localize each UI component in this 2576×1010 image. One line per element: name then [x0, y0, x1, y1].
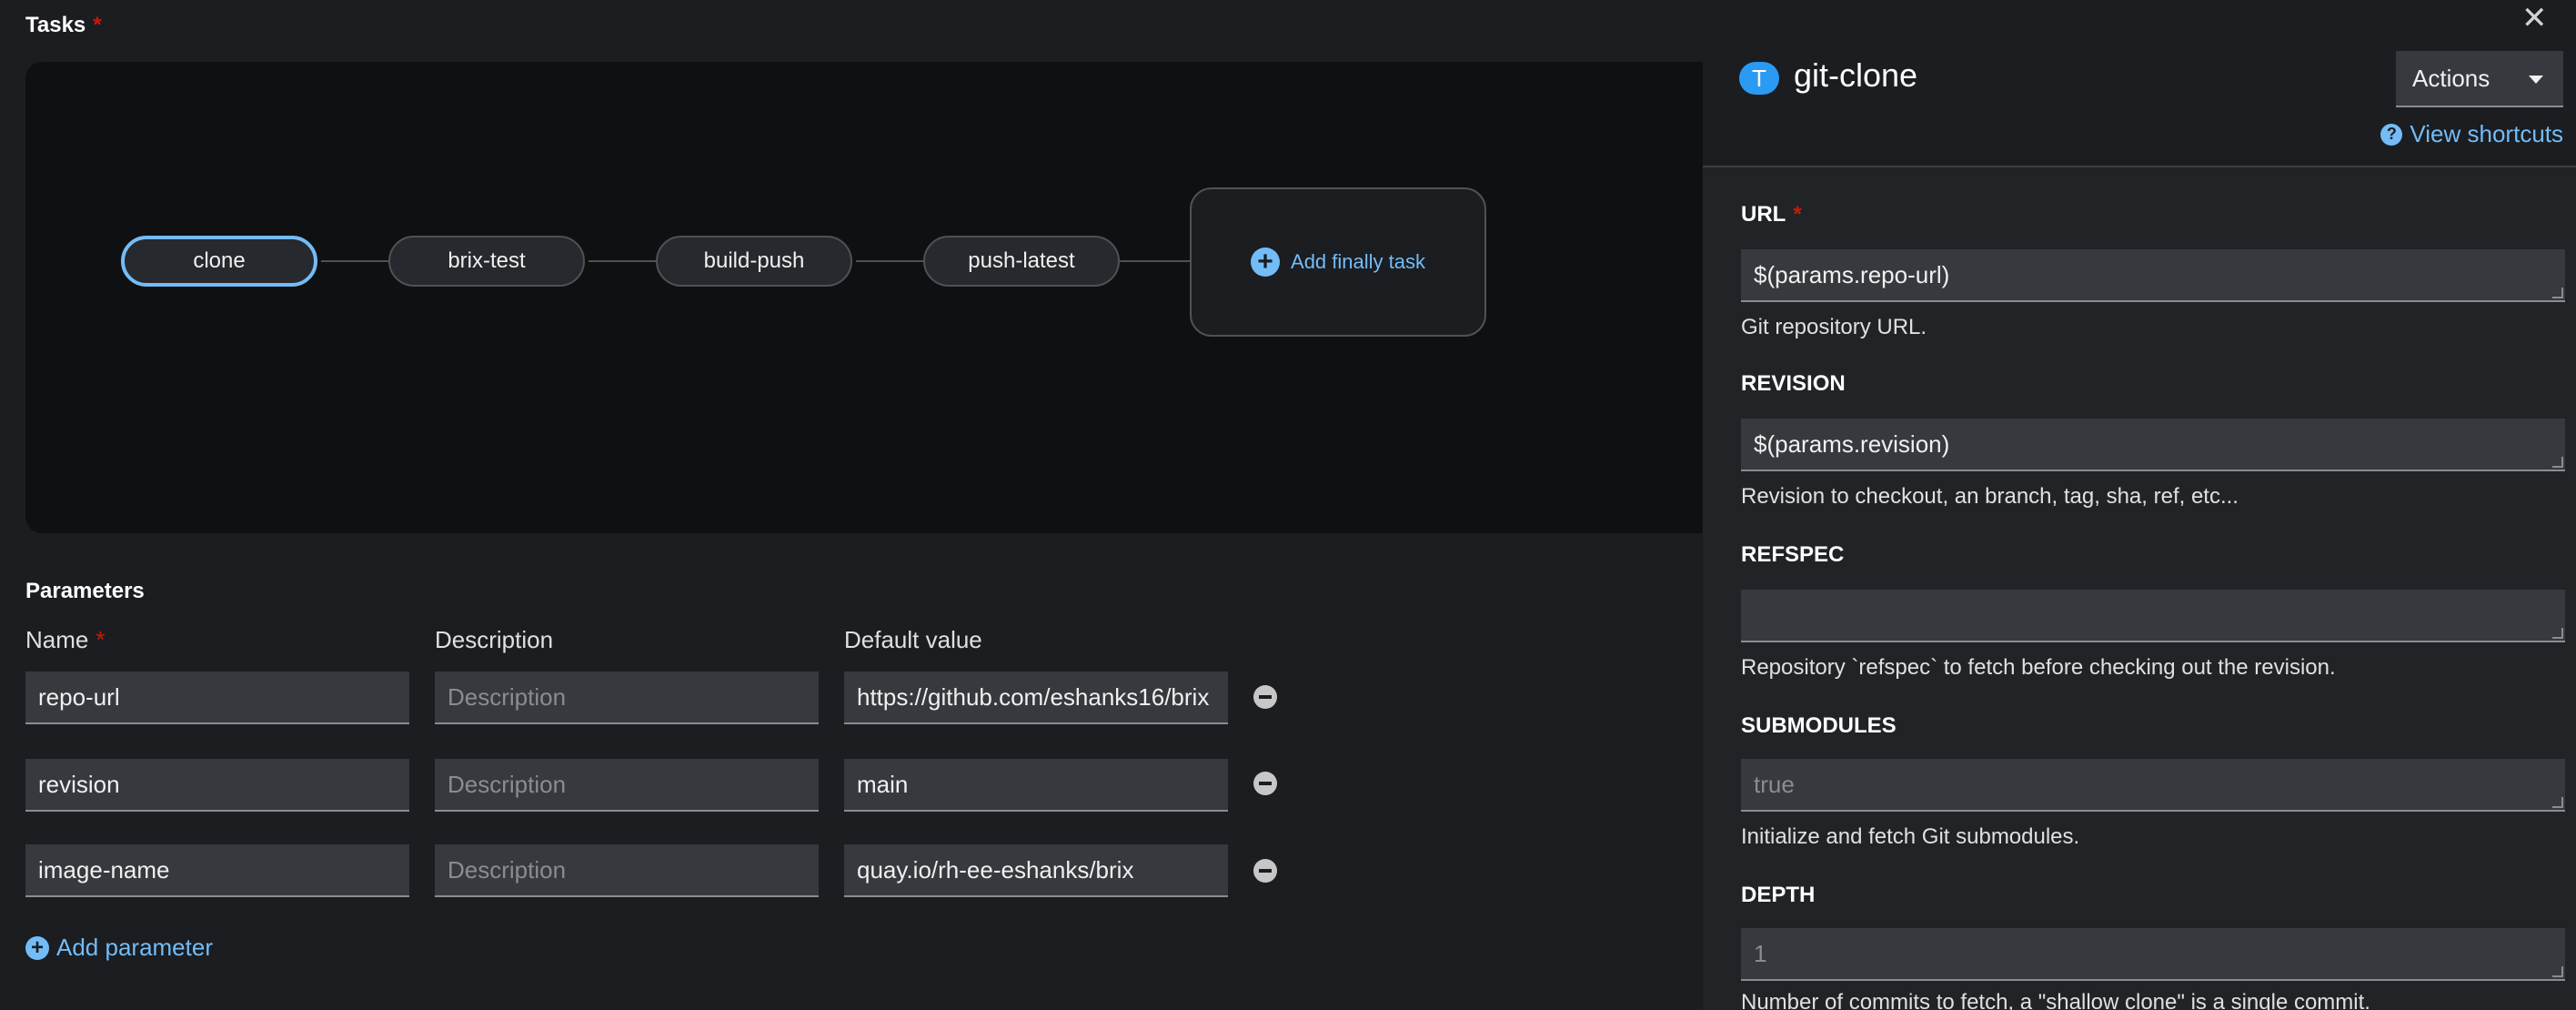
field-label-refspec: REFSPEC	[1741, 542, 1845, 567]
depth-help-text: Number of commits to fetch, a "shallow c…	[1741, 990, 2370, 1010]
task-side-panel: ✕ T git-clone Actions ? View shortcuts U…	[1703, 0, 2576, 1010]
task-node-label: clone	[193, 248, 246, 273]
question-circle-icon: ?	[2380, 123, 2403, 146]
field-label-revision: REVISION	[1741, 371, 1846, 396]
url-help-text: Git repository URL.	[1741, 315, 1927, 339]
url-input[interactable]: $(params.repo-url)	[1741, 249, 2565, 302]
param-default-value-input[interactable]: main	[844, 759, 1228, 812]
submodules-placeholder: true	[1754, 770, 1795, 798]
column-header-name-text: Name	[25, 626, 89, 653]
task-node-clone[interactable]: clone	[121, 236, 317, 287]
submodules-input[interactable]: true	[1741, 759, 2565, 812]
task-node-label: build-push	[703, 248, 805, 273]
field-label-text: URL	[1741, 202, 1786, 227]
remove-parameter-icon[interactable]	[1253, 685, 1277, 709]
task-node-label: push-latest	[968, 248, 1075, 273]
required-marker: *	[96, 626, 106, 653]
resize-handle-icon[interactable]	[2552, 797, 2563, 808]
add-parameter-button[interactable]: + Add parameter	[25, 934, 213, 962]
tasks-title: Tasks	[25, 13, 86, 37]
remove-parameter-icon[interactable]	[1253, 772, 1277, 795]
field-label-submodules: SUBMODULES	[1741, 713, 1897, 738]
panel-title: git-clone	[1794, 56, 1918, 94]
resize-handle-icon[interactable]	[2552, 628, 2563, 639]
submodules-help-text: Initialize and fetch Git submodules.	[1741, 824, 2080, 849]
resize-handle-icon[interactable]	[2552, 966, 2563, 977]
task-node-build-push[interactable]: build-push	[656, 236, 852, 287]
param-description-input[interactable]: Description	[435, 672, 819, 724]
param-name-input[interactable]: revision	[25, 759, 409, 812]
depth-placeholder: 1	[1754, 939, 1767, 967]
param-name-input[interactable]: repo-url	[25, 672, 409, 724]
add-finally-label: Add finally task	[1291, 250, 1425, 273]
task-node-push-latest[interactable]: push-latest	[923, 236, 1120, 287]
connector-line	[1120, 260, 1191, 262]
actions-dropdown[interactable]: Actions	[2396, 51, 2563, 107]
column-header-description: Description	[435, 626, 554, 653]
add-finally-task-button[interactable]: + Add finally task	[1190, 187, 1486, 337]
connector-line	[856, 260, 927, 262]
resize-handle-icon[interactable]	[2552, 457, 2563, 468]
remove-parameter-icon[interactable]	[1253, 859, 1277, 883]
view-shortcuts-link[interactable]: ? View shortcuts	[2380, 120, 2563, 148]
view-shortcuts-label: View shortcuts	[2410, 120, 2563, 147]
column-header-name: Name *	[25, 626, 105, 654]
revision-help-text: Revision to checkout, an branch, tag, sh…	[1741, 484, 2239, 509]
refspec-input[interactable]	[1741, 590, 2565, 642]
parameters-heading: Parameters	[25, 579, 145, 603]
required-marker: *	[93, 13, 102, 37]
add-parameter-label: Add parameter	[56, 934, 213, 961]
task-node-brix-test[interactable]: brix-test	[388, 236, 585, 287]
url-input-value: $(params.repo-url)	[1754, 260, 1950, 288]
field-label-depth: DEPTH	[1741, 883, 1816, 907]
plus-circle-icon: +	[1251, 247, 1281, 277]
connector-line	[589, 260, 659, 262]
param-default-value-input[interactable]: quay.io/rh-ee-eshanks/brix	[844, 844, 1228, 897]
pipeline-builder: Tasks * clone brix-test build-push push-l…	[0, 0, 1717, 1010]
tasks-heading: Tasks *	[25, 13, 102, 38]
revision-input[interactable]: $(params.revision)	[1741, 419, 2565, 471]
param-description-input[interactable]: Description	[435, 759, 819, 812]
param-default-value-input[interactable]: https://github.com/eshanks16/brix	[844, 672, 1228, 724]
pipeline-canvas[interactable]: clone brix-test build-push push-latest +…	[25, 62, 1717, 533]
revision-input-value: $(params.revision)	[1754, 429, 1950, 458]
close-icon[interactable]: ✕	[2521, 0, 2548, 36]
task-badge: T	[1739, 62, 1779, 95]
param-description-input[interactable]: Description	[435, 844, 819, 897]
param-name-input[interactable]: image-name	[25, 844, 409, 897]
depth-input[interactable]: 1	[1741, 928, 2565, 981]
field-label-url: URL *	[1741, 202, 1802, 227]
resize-handle-icon[interactable]	[2552, 288, 2563, 298]
plus-circle-icon: +	[25, 935, 49, 960]
column-header-default-value: Default value	[844, 626, 982, 653]
task-node-label: brix-test	[448, 248, 526, 273]
refspec-help-text: Repository `refspec` to fetch before che…	[1741, 655, 2336, 680]
required-marker: *	[1793, 202, 1802, 227]
caret-down-icon	[2529, 76, 2543, 84]
actions-label: Actions	[2412, 64, 2490, 92]
connector-line	[321, 260, 392, 262]
panel-header: ✕ T git-clone Actions ? View shortcuts	[1703, 0, 2576, 167]
